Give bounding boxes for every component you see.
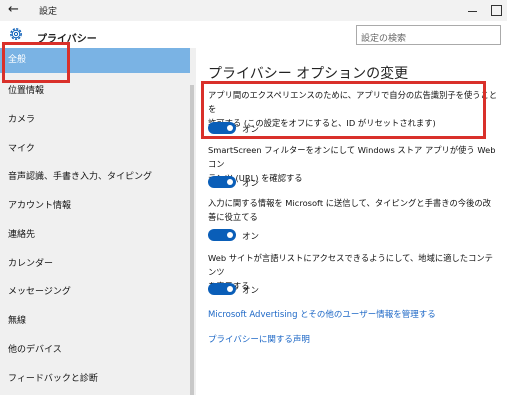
privacy-statement-link[interactable]: プライバシーに関する声明 bbox=[208, 333, 310, 345]
highlight-box-ad-id bbox=[201, 81, 486, 139]
ms-advertising-link[interactable]: Microsoft Advertising とその他のユーザー情報を管理する bbox=[208, 308, 436, 320]
maximize-icon[interactable] bbox=[489, 3, 503, 17]
sidebar-item-messaging[interactable]: メッセージング bbox=[0, 280, 190, 305]
title-bar: ← 設定 bbox=[0, 0, 507, 21]
smartscreen-toggle[interactable] bbox=[208, 176, 236, 188]
typing-info-toggle[interactable] bbox=[208, 229, 236, 241]
language-list-toggle[interactable] bbox=[208, 283, 236, 295]
sidebar: 全般 位置情報 カメラ マイク 音声認識、手書き入力、タイピング アカウント情報… bbox=[0, 48, 190, 395]
sidebar-item-calendar[interactable]: カレンダー bbox=[0, 252, 190, 277]
sidebar-scrollbar[interactable] bbox=[190, 85, 194, 395]
minimize-icon[interactable] bbox=[466, 3, 480, 17]
sidebar-item-contacts[interactable]: 連絡先 bbox=[0, 223, 190, 248]
sidebar-item-speech-typing[interactable]: 音声認識、手書き入力、タイピング bbox=[0, 165, 190, 190]
sidebar-item-other-devices[interactable]: 他のデバイス bbox=[0, 338, 190, 363]
search-box[interactable] bbox=[356, 25, 501, 48]
back-arrow-icon[interactable]: ← bbox=[8, 2, 24, 18]
sidebar-item-feedback[interactable]: フィードバックと診断 bbox=[0, 367, 190, 392]
smartscreen-toggle-label: オン bbox=[242, 179, 260, 189]
window-title: 設定 bbox=[39, 7, 58, 17]
highlight-box-general bbox=[2, 42, 70, 83]
sidebar-item-camera[interactable]: カメラ bbox=[0, 108, 190, 133]
sidebar-item-microphone[interactable]: マイク bbox=[0, 137, 190, 162]
language-list-toggle-label: オン bbox=[242, 286, 260, 296]
typing-info-toggle-label: オン bbox=[242, 232, 260, 242]
sidebar-item-account-info[interactable]: アカウント情報 bbox=[0, 194, 190, 219]
sidebar-item-radios[interactable]: 無線 bbox=[0, 309, 190, 334]
section-title: プライバシー オプションの変更 bbox=[208, 66, 409, 82]
option-typing-info-description: 入力に関する情報を Microsoft に送信して、タイピングと手書きの今後の改… bbox=[208, 198, 491, 222]
search-input[interactable] bbox=[357, 30, 477, 48]
gear-icon bbox=[10, 28, 22, 40]
